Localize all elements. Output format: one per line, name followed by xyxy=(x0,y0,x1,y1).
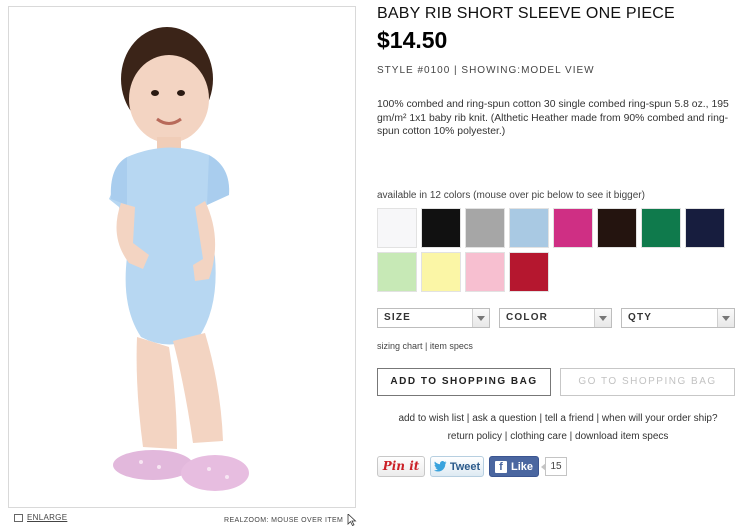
color-swatch[interactable] xyxy=(465,208,505,248)
style-info: STYLE #0100 | SHOWING:MODEL VIEW xyxy=(377,65,595,76)
enlarge-link[interactable]: ENLARGE xyxy=(14,513,67,522)
tweet-label: Tweet xyxy=(449,460,481,473)
color-swatch[interactable] xyxy=(509,208,549,248)
size-links: sizing chart | item specs xyxy=(377,341,473,351)
color-swatch[interactable] xyxy=(465,252,505,292)
color-swatch[interactable] xyxy=(421,208,461,248)
return-policy-link[interactable]: return policy xyxy=(448,431,502,442)
product-title: BABY RIB SHORT SLEEVE ONE PIECE xyxy=(377,5,675,22)
like-label: Like xyxy=(510,460,533,473)
cursor-icon xyxy=(347,514,357,526)
facebook-like-button[interactable]: f Like xyxy=(489,456,539,477)
color-select[interactable]: COLOR xyxy=(499,308,612,328)
chevron-down-icon xyxy=(472,309,489,327)
pinterest-button[interactable]: Pin it xyxy=(377,456,425,477)
chevron-down-icon xyxy=(717,309,734,327)
enlarge-label: ENLARGE xyxy=(27,513,68,522)
add-to-bag-button[interactable]: ADD TO SHOPPING BAG xyxy=(377,368,551,396)
color-select-label: COLOR xyxy=(506,312,549,323)
sizing-chart-link[interactable]: sizing chart xyxy=(377,341,423,351)
tweet-button[interactable]: Tweet xyxy=(430,456,484,477)
size-select-label: SIZE xyxy=(384,312,412,323)
color-swatch[interactable] xyxy=(377,208,417,248)
separator: | xyxy=(422,341,430,351)
realzoom-hint: REALZOOM: MOUSE OVER ITEM xyxy=(224,514,357,526)
enlarge-icon xyxy=(14,513,23,522)
product-image[interactable] xyxy=(8,6,356,508)
like-count: 15 xyxy=(541,457,567,476)
item-specs-link[interactable]: item specs xyxy=(430,341,473,351)
wish-list-link[interactable]: add to wish list xyxy=(398,413,464,424)
product-price: $14.50 xyxy=(377,27,448,53)
chevron-down-icon xyxy=(594,309,611,327)
clothing-care-link[interactable]: clothing care xyxy=(510,431,567,442)
go-to-bag-button[interactable]: GO TO SHOPPING BAG xyxy=(560,368,735,396)
color-swatch[interactable] xyxy=(509,252,549,292)
realzoom-label: REALZOOM: MOUSE OVER ITEM xyxy=(224,516,344,524)
colors-available-text: available in 12 colors (mouse over pic b… xyxy=(377,190,645,201)
action-links: add to wish list | ask a question | tell… xyxy=(398,413,718,424)
color-swatch[interactable] xyxy=(421,252,461,292)
info-links: return policy | clothing care | download… xyxy=(447,431,669,442)
baby-model-illustration xyxy=(109,27,249,491)
color-swatch[interactable] xyxy=(641,208,681,248)
qty-select-label: QTY xyxy=(628,312,653,323)
color-swatch[interactable] xyxy=(597,208,637,248)
qty-select[interactable]: QTY xyxy=(621,308,735,328)
ask-question-link[interactable]: ask a question xyxy=(472,413,537,424)
size-select[interactable]: SIZE xyxy=(377,308,490,328)
download-specs-link[interactable]: download item specs xyxy=(575,431,668,442)
order-ship-link[interactable]: when will your order ship? xyxy=(602,413,718,424)
color-swatch[interactable] xyxy=(553,208,593,248)
color-swatch[interactable] xyxy=(685,208,725,248)
twitter-bird-icon xyxy=(433,461,447,472)
color-swatch[interactable] xyxy=(377,252,417,292)
product-description: 100% combed and ring-spun cotton 30 sing… xyxy=(377,99,729,137)
facebook-icon: f xyxy=(494,460,507,473)
tell-friend-link[interactable]: tell a friend xyxy=(545,413,594,424)
